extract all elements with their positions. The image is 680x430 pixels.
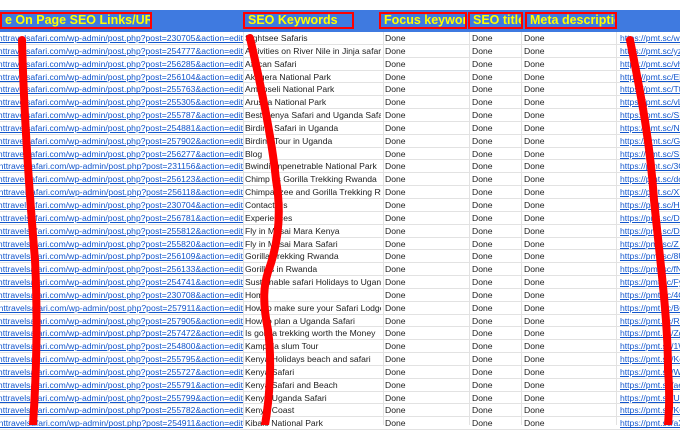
red-marker-stroke-left bbox=[18, 36, 41, 425]
red-marker-stroke-right bbox=[626, 36, 674, 425]
red-marker-annotation bbox=[18, 34, 674, 425]
spreadsheet: e On Page SEO Links/URL SEO Keywords Foc… bbox=[0, 0, 680, 430]
red-marker-stroke-middle bbox=[246, 34, 283, 425]
